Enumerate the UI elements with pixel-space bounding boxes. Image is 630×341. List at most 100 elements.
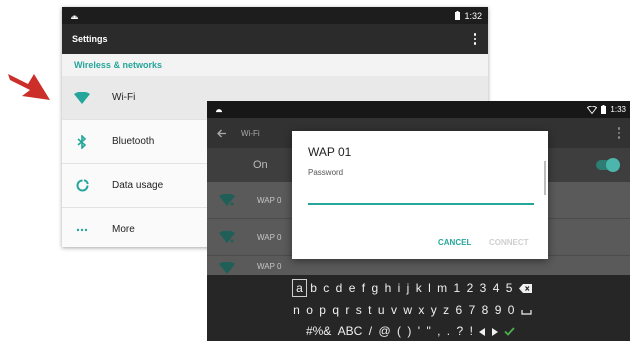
keyboard-key[interactable]: h	[381, 279, 394, 297]
keyboard-key[interactable]: ABC	[334, 322, 365, 340]
keyboard-key[interactable]: '	[415, 322, 424, 340]
dialog-title: WAP 01	[308, 145, 352, 159]
keyboard-key[interactable]: n	[290, 301, 303, 319]
keyboard-key[interactable]: f	[359, 279, 369, 297]
keyboard-key[interactable]: j	[403, 279, 412, 297]
keyboard-key[interactable]: @	[375, 322, 394, 340]
back-arrow-icon[interactable]	[217, 129, 227, 138]
wifi-signal-icon	[219, 231, 235, 243]
enter-key[interactable]	[501, 322, 518, 340]
android-icon	[71, 15, 78, 19]
status-time: 1:33	[610, 105, 626, 114]
keyboard-key[interactable]: 9	[492, 301, 505, 319]
keyboard-key[interactable]: 7	[465, 301, 478, 319]
keyboard-key[interactable]: v	[388, 301, 400, 319]
settings-item-label: Bluetooth	[112, 136, 155, 147]
keyboard-key[interactable]: t	[365, 301, 375, 319]
battery-icon	[601, 105, 607, 114]
more-icon	[76, 228, 88, 231]
keyboard-key[interactable]: 6	[452, 301, 465, 319]
settings-app-bar: Settings	[62, 24, 488, 54]
keyboard-key[interactable]: /	[366, 322, 376, 340]
keyboard-key[interactable]: "	[423, 322, 434, 340]
connect-button[interactable]: CONNECT	[489, 238, 529, 247]
keyboard-key[interactable]: #%&	[303, 322, 335, 340]
keyboard-key[interactable]: q	[329, 301, 342, 319]
keyboard-key[interactable]: z	[440, 301, 452, 319]
keyboard-key[interactable]: l	[425, 279, 434, 297]
keyboard-key[interactable]: a	[291, 279, 308, 297]
settings-item-label: Data usage	[112, 180, 164, 191]
keyboard-key[interactable]: e	[346, 279, 359, 297]
battery-icon	[455, 11, 461, 20]
wifi-on-label: On	[253, 159, 268, 171]
keyboard-key[interactable]: b	[307, 279, 320, 297]
keyboard-key[interactable]: r	[342, 301, 352, 319]
keyboard-key[interactable]: k	[413, 279, 425, 297]
keyboard-key[interactable]: u	[375, 301, 388, 319]
dialog-scrollbar[interactable]	[544, 161, 546, 195]
android-icon	[215, 109, 223, 113]
keyboard-key[interactable]: p	[316, 301, 329, 319]
keyboard-key[interactable]: s	[353, 301, 365, 319]
keyboard-key[interactable]: 4	[490, 279, 503, 297]
network-name: WAP 0	[257, 262, 282, 271]
backspace-icon	[518, 284, 532, 294]
arrow-left-icon	[479, 327, 486, 336]
keyboard-key[interactable]: (	[394, 322, 404, 340]
keyboard-key[interactable]: !	[466, 322, 476, 340]
network-name: WAP 0	[257, 232, 282, 242]
keyboard-key[interactable]: y	[428, 301, 440, 319]
overflow-menu-icon[interactable]	[473, 33, 476, 45]
checkmark-icon	[504, 327, 515, 337]
keyboard-key[interactable]: 3	[476, 279, 489, 297]
bluetooth-icon	[77, 134, 87, 149]
network-name: WAP 0	[257, 195, 282, 205]
keyboard-key[interactable]: 5	[503, 279, 516, 297]
wifi-signal-icon	[219, 194, 235, 206]
cancel-button[interactable]: CANCEL	[438, 238, 471, 247]
keyboard-key[interactable]: )	[404, 322, 414, 340]
keyboard-key[interactable]: 2	[463, 279, 476, 297]
settings-item-label: Wi-Fi	[112, 92, 136, 103]
keyboard-key[interactable]: i	[394, 279, 403, 297]
keyboard-key[interactable]: 0	[505, 301, 518, 319]
page-title: Settings	[72, 34, 108, 44]
data-usage-icon	[76, 179, 89, 192]
pointer-arrow-icon	[8, 74, 50, 100]
keyboard-key[interactable]: x	[415, 301, 427, 319]
keyboard-key[interactable]: 8	[478, 301, 491, 319]
wifi-toggle-switch[interactable]	[596, 158, 620, 172]
keyboard-key[interactable]: w	[400, 301, 415, 319]
keyboard-key[interactable]: 1	[450, 279, 463, 297]
page-title: Wi-Fi	[241, 128, 260, 138]
arrow-left-key[interactable]	[476, 322, 488, 340]
arrow-right-icon	[491, 327, 498, 336]
keyboard-key[interactable]: g	[368, 279, 381, 297]
overflow-menu-icon[interactable]	[617, 127, 620, 139]
keyboard-row-2: nopqrstuvwxyz67890	[207, 301, 630, 319]
password-input[interactable]	[308, 187, 534, 205]
backspace-key[interactable]	[516, 279, 535, 297]
status-bar: 1:32	[62, 7, 488, 24]
password-label: Password	[308, 168, 344, 177]
keyboard-key[interactable]: .	[444, 322, 454, 340]
keyboard-row-1: abcdefghijklm12345	[207, 279, 630, 297]
keyboard-key[interactable]: c	[320, 279, 332, 297]
keyboard-key[interactable]: ,	[434, 322, 444, 340]
space-icon	[521, 309, 532, 315]
arrow-right-key[interactable]	[488, 322, 500, 340]
wifi-password-dialog: WAP 01 Password CANCEL CONNECT	[292, 131, 548, 259]
keyboard-key[interactable]: o	[303, 301, 316, 319]
keyboard-key[interactable]: d	[332, 279, 345, 297]
wifi-signal-icon	[219, 262, 235, 274]
status-bar: 1:33	[207, 101, 630, 118]
on-screen-keyboard: abcdefghijklm12345 nopqrstuvwxyz67890 #%…	[207, 275, 630, 341]
settings-item-label: More	[112, 224, 135, 235]
keyboard-key[interactable]: m	[434, 279, 450, 297]
wifi-outline-icon	[587, 105, 598, 114]
keyboard-key[interactable]: ?	[453, 322, 466, 340]
space-key[interactable]	[518, 301, 535, 319]
wifi-icon	[74, 91, 90, 104]
keyboard-row-3: #%& ABC / @() ' ",.?!	[207, 322, 630, 340]
